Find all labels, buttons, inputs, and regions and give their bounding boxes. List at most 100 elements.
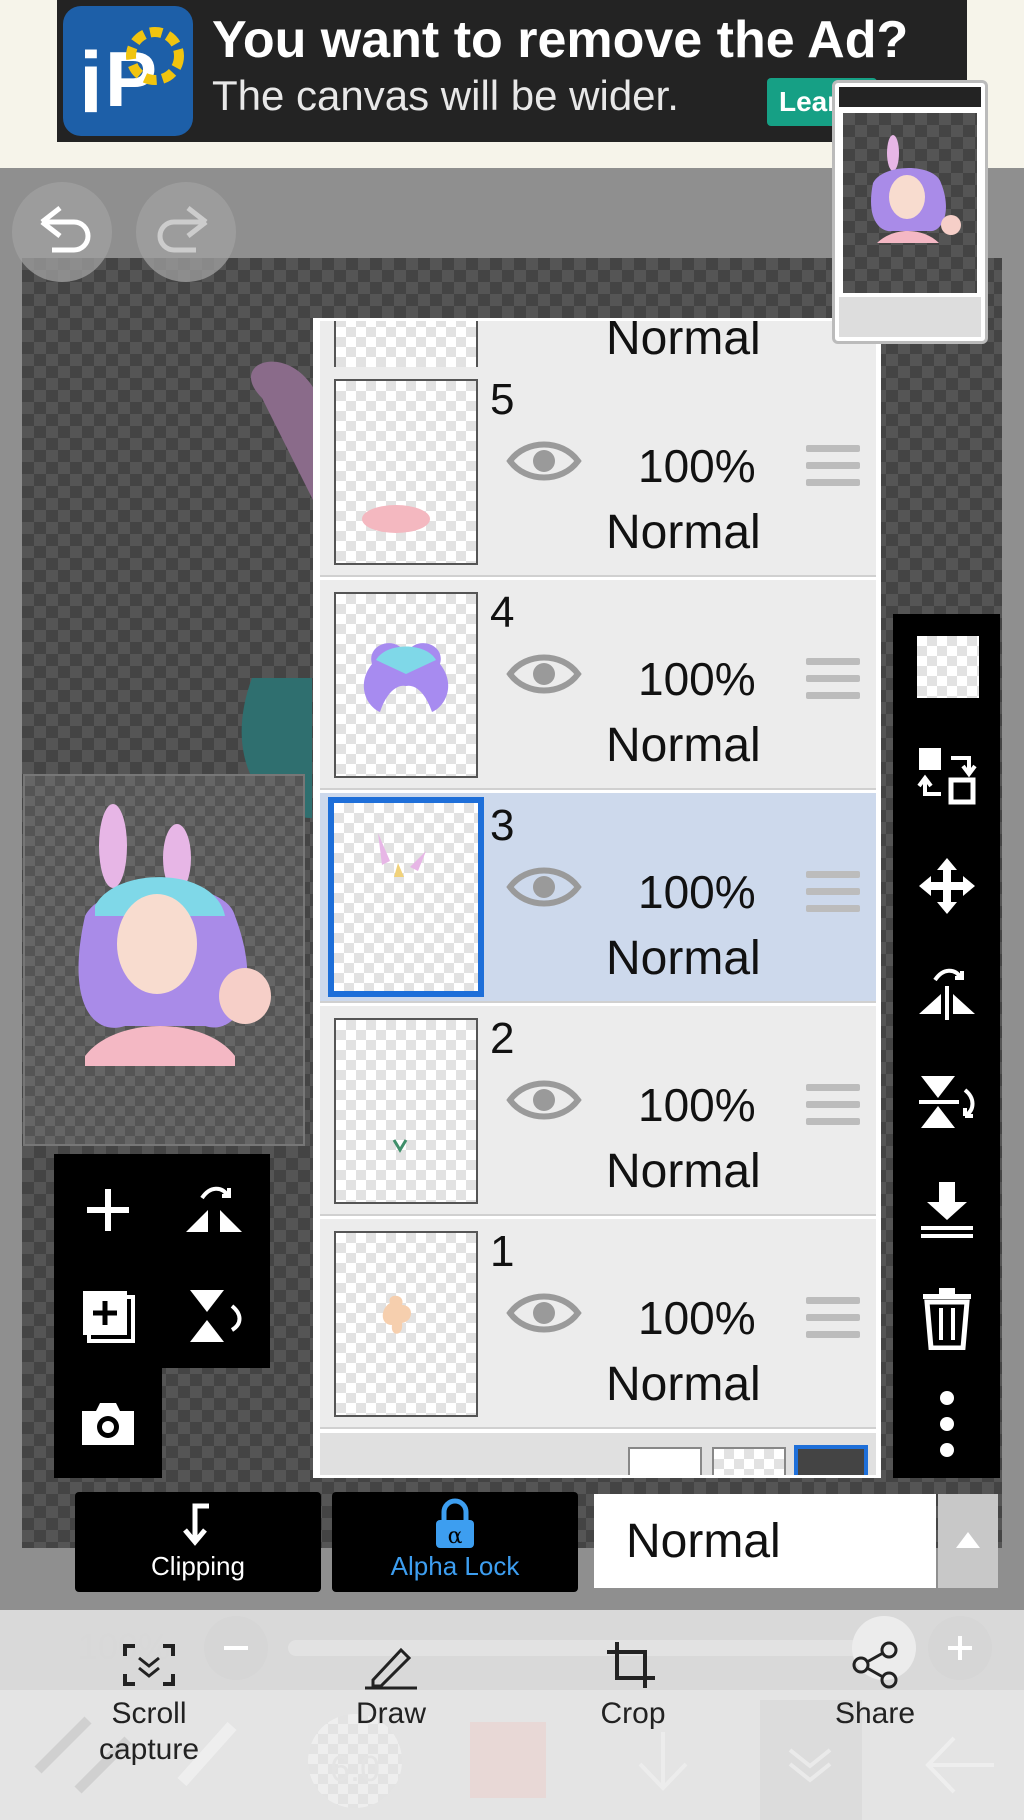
clipping-button[interactable]: Clipping <box>75 1492 321 1592</box>
move-icon[interactable] <box>911 850 983 922</box>
layer-opacity[interactable]: 100% <box>638 439 756 493</box>
layer-blend-mode: Normal <box>606 1358 761 1411</box>
layer-number: 5 <box>490 375 515 424</box>
share-icon <box>852 1641 898 1689</box>
layer-opacity[interactable]: 100% <box>638 865 756 919</box>
layer-thumbnail <box>334 321 478 371</box>
share-action[interactable]: Share <box>790 1640 960 1732</box>
layer-blend-mode: Normal <box>606 719 761 772</box>
delete-layer-icon[interactable] <box>911 1282 983 1354</box>
color-swatch[interactable] <box>470 1722 546 1798</box>
alpha-lock-button[interactable]: α Alpha Lock <box>332 1492 578 1592</box>
undo-icon <box>40 206 91 253</box>
layer-thumbnail <box>334 1018 478 1204</box>
mini-ad-bar <box>839 87 981 107</box>
chevron-down-icon[interactable] <box>780 1740 840 1795</box>
layer-import-toolbar <box>54 1368 162 1478</box>
layer-blend-mode: Normal <box>606 1145 761 1198</box>
swap-layers-icon[interactable] <box>911 740 983 812</box>
transparency-checker-icon[interactable] <box>917 636 979 698</box>
lock-icon: α <box>436 1498 474 1549</box>
layer-row-1[interactable]: 1 100% Normal <box>320 1219 876 1429</box>
layer-blend-mode: Normal <box>606 932 761 985</box>
flip-vertical-icon[interactable] <box>911 1066 983 1138</box>
layer-blend-mode: Normal <box>606 318 761 365</box>
drag-handle-icon[interactable] <box>806 1084 860 1128</box>
layer-number: 4 <box>490 588 515 637</box>
draw-label: Draw <box>355 1697 426 1730</box>
redo-button[interactable] <box>136 182 236 282</box>
ad-subtitle: The canvas will be wider. <box>212 72 679 119</box>
preview-artwork <box>78 804 271 1066</box>
layer-thumbnail <box>334 379 478 565</box>
background-transparent-option[interactable] <box>712 1447 786 1475</box>
clipping-arrow-icon <box>183 1503 209 1546</box>
chevron-up-icon <box>956 1532 980 1548</box>
back-arrow-icon[interactable] <box>920 1730 1000 1805</box>
draw-action[interactable]: Draw <box>306 1640 476 1732</box>
crop-action[interactable]: Crop <box>548 1640 718 1732</box>
blend-mode-dropdown-button[interactable] <box>938 1494 998 1588</box>
layer-opacity[interactable]: 100% <box>638 1291 756 1345</box>
crop-icon <box>607 1642 655 1688</box>
mini-toolbar <box>839 297 981 337</box>
layer-blend-mode: Normal <box>606 506 761 559</box>
svg-text:i: i <box>79 35 103 131</box>
layer-row-5[interactable]: 5 100% Normal <box>320 367 876 577</box>
ad-banner[interactable]: i P You want to remove the Ad? The canva… <box>57 0 967 142</box>
layer-number: 2 <box>490 1014 515 1063</box>
down-arrow-icon[interactable] <box>628 1726 698 1801</box>
layer-opacity[interactable]: 100% <box>638 1078 756 1132</box>
svg-text:α: α <box>448 1524 463 1549</box>
background-layer-row-partial[interactable] <box>320 1433 876 1475</box>
layer-row-2[interactable]: 2 100% Normal <box>320 1006 876 1216</box>
pencil-icon <box>365 1647 417 1690</box>
flip-canvas-horizontal-icon[interactable] <box>174 1170 254 1250</box>
add-layer-icon[interactable] <box>68 1170 148 1250</box>
layer-number: 3 <box>490 801 515 850</box>
blend-mode-value: Normal <box>626 1515 781 1568</box>
scroll-capture-icon <box>123 1644 175 1686</box>
eye-icon[interactable] <box>506 1076 582 1124</box>
layer-add-toolbar <box>54 1154 270 1368</box>
layer-opacity[interactable]: 100% <box>638 652 756 706</box>
eye-icon[interactable] <box>506 437 582 485</box>
brush-size-value: 6.0 <box>330 1748 381 1789</box>
ad-title: You want to remove the Ad? <box>212 11 909 69</box>
background-dark-option[interactable] <box>794 1445 868 1475</box>
share-label: Share <box>834 1697 916 1730</box>
flip-canvas-vertical-icon[interactable] <box>174 1276 254 1356</box>
layer-thumbnail <box>334 1231 478 1417</box>
undo-button[interactable] <box>12 182 112 282</box>
floating-mini-window[interactable] <box>832 80 988 344</box>
duplicate-layer-icon[interactable] <box>68 1276 148 1356</box>
merge-down-icon[interactable] <box>911 1174 983 1246</box>
camera-icon[interactable] <box>68 1384 148 1464</box>
blend-mode-select[interactable]: Normal <box>594 1494 936 1588</box>
more-options-icon[interactable] <box>911 1388 983 1460</box>
scroll-capture-label: Scroll capture <box>98 1697 200 1766</box>
flip-horizontal-icon[interactable] <box>911 958 983 1030</box>
background-white-option[interactable] <box>628 1447 702 1475</box>
layer-thumbnail <box>334 592 478 778</box>
layer-panel[interactable]: Normal 5 100% Normal 4 100% Normal 3 100… <box>313 318 881 1478</box>
scroll-capture-action[interactable]: Scroll capture <box>64 1640 234 1768</box>
drag-handle-icon[interactable] <box>806 1297 860 1341</box>
ibis-paint-logo-icon: i P <box>63 6 193 136</box>
eye-icon[interactable] <box>506 650 582 698</box>
drag-handle-icon[interactable] <box>806 445 860 489</box>
layer-row-3-selected[interactable]: 3 100% Normal <box>320 793 876 1003</box>
alpha-lock-label: Alpha Lock <box>390 1551 520 1581</box>
layer-tools-toolbar <box>893 614 1000 1478</box>
canvas-preview[interactable] <box>23 774 305 1146</box>
drag-handle-icon[interactable] <box>806 871 860 915</box>
drag-handle-icon[interactable] <box>806 658 860 702</box>
eye-icon[interactable] <box>506 1289 582 1337</box>
mini-canvas <box>843 113 977 293</box>
clipping-label: Clipping <box>151 1551 245 1581</box>
layer-number: 1 <box>490 1227 515 1276</box>
eye-icon[interactable] <box>506 863 582 911</box>
layer-thumbnail <box>328 797 484 997</box>
redo-icon <box>157 206 208 253</box>
layer-row-4[interactable]: 4 100% Normal <box>320 580 876 790</box>
